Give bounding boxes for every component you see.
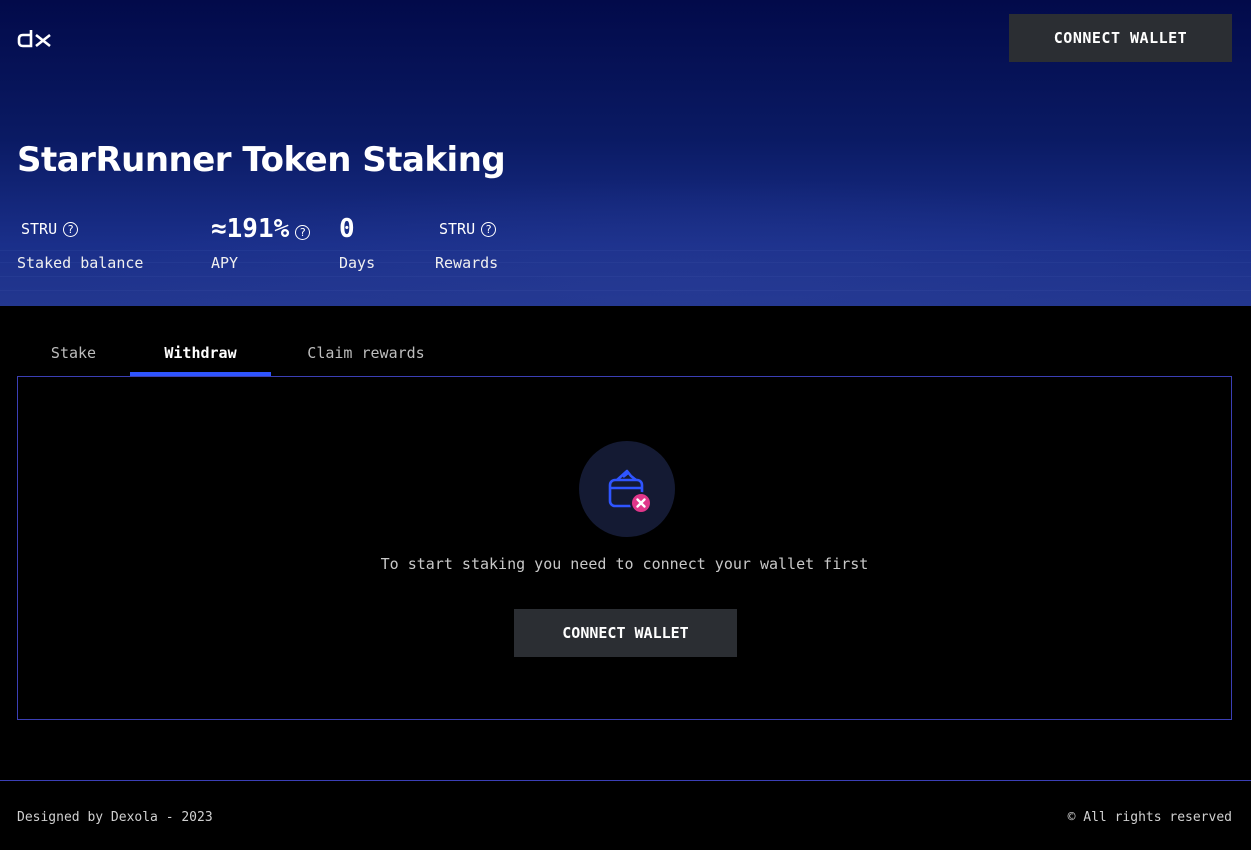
dx-logo[interactable] xyxy=(17,27,53,49)
connect-wallet-button[interactable]: CONNECT WALLET xyxy=(1009,14,1232,62)
withdraw-panel: To start staking you need to connect you… xyxy=(17,376,1232,720)
stat-value: STRU xyxy=(439,220,476,238)
stat-days: 0 Days xyxy=(339,212,375,272)
staking-tabs: Stake Withdraw Claim rewards xyxy=(17,330,461,376)
tab-stake[interactable]: Stake xyxy=(17,330,130,376)
help-circle-icon[interactable]: ? xyxy=(481,221,497,237)
tab-claim-rewards[interactable]: Claim rewards xyxy=(271,330,461,376)
stat-label: Staked balance xyxy=(17,254,144,272)
wallet-disconnected-icon xyxy=(579,441,675,537)
tab-withdraw[interactable]: Withdraw xyxy=(130,330,271,376)
footer-copyright: © All rights reserved xyxy=(1067,810,1232,825)
hero-wave xyxy=(0,262,1251,263)
connect-wallet-message: To start staking you need to connect you… xyxy=(380,555,869,573)
hero-section: CONNECT WALLET StarRunner Token Staking … xyxy=(0,0,1251,306)
footer-divider xyxy=(0,780,1251,781)
stat-label: Rewards xyxy=(435,254,499,272)
stat-value: 0 xyxy=(339,214,355,244)
help-circle-icon[interactable]: ? xyxy=(295,224,311,240)
stat-value: STRU xyxy=(21,220,58,238)
help-circle-icon[interactable]: ? xyxy=(63,221,79,237)
stat-label: APY xyxy=(211,254,239,272)
hero-wave xyxy=(0,290,1251,291)
hero-wave xyxy=(0,250,1251,251)
page-title: StarRunner Token Staking xyxy=(17,140,506,180)
stat-value: ≈191% xyxy=(211,214,290,244)
stat-apy: ≈191% ? APY xyxy=(211,212,311,272)
stat-rewards: STRU ? Rewards xyxy=(435,212,498,272)
panel-connect-wallet-button[interactable]: CONNECT WALLET xyxy=(514,609,737,657)
footer-credit: Designed by Dexola - 2023 xyxy=(17,810,213,825)
wallet-icon xyxy=(608,469,652,514)
stat-label: Days xyxy=(339,254,376,272)
hero-wave xyxy=(0,276,1251,277)
stat-staked-balance: STRU ? Staked balance xyxy=(17,212,143,272)
